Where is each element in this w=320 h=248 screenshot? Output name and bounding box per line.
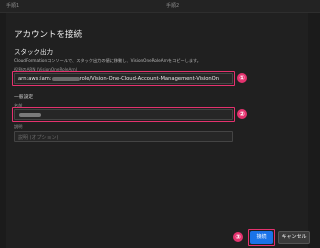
description-placeholder: 説明 (オプション) [18, 135, 59, 141]
description-input[interactable]: 説明 (オプション) [14, 131, 233, 142]
cancel-button[interactable]: キャンセル [278, 231, 310, 244]
steps-header: 手順1 手順2 [0, 0, 320, 13]
stack-output-description: CloudFormationコンソールで、スタック出力の値に移動し、Vision… [14, 58, 201, 63]
highlight-box-2 [12, 107, 235, 122]
general-settings-heading: 一般設定 [14, 95, 34, 100]
step-2-label: 手順2 [166, 3, 180, 9]
stack-output-heading: スタック出力 [14, 48, 53, 56]
step-marker-3: ③ [233, 232, 243, 242]
step-1-label: 手順1 [6, 3, 20, 9]
highlight-box-1 [12, 71, 235, 86]
dialog-title: アカウントを接続 [14, 30, 83, 40]
step-marker-2: ② [237, 109, 247, 119]
highlight-box-3 [248, 229, 275, 246]
step-marker-1: ① [237, 73, 247, 83]
description-label: 説明 [14, 124, 23, 129]
